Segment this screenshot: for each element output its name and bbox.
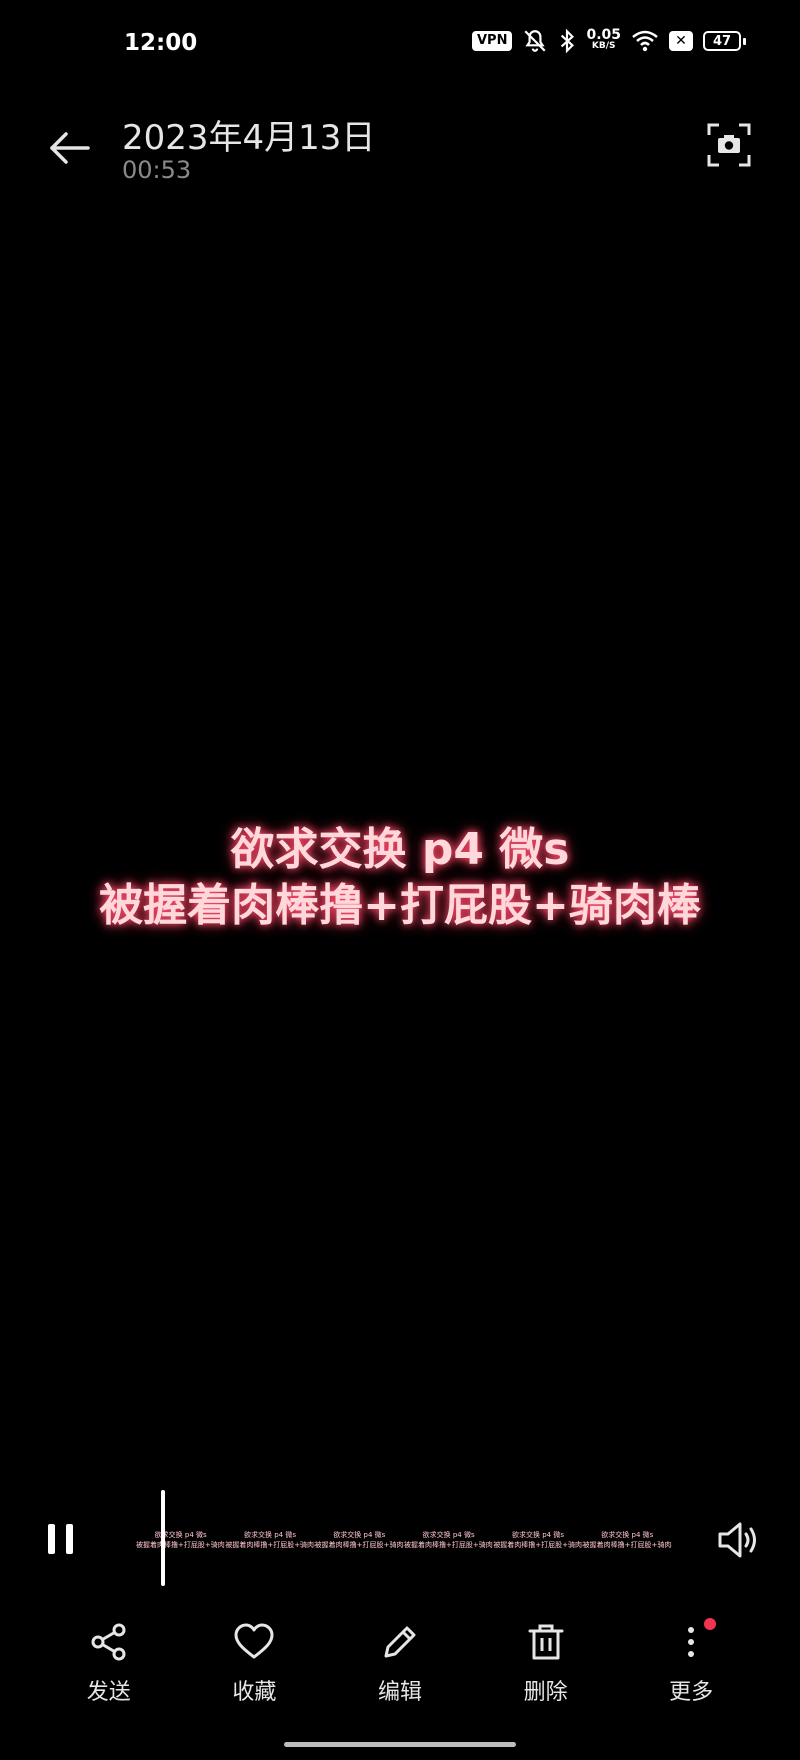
delete-label: 删除 — [523, 1680, 568, 1705]
trash-icon — [528, 1624, 564, 1660]
favorite-button[interactable]: 收藏 — [199, 1620, 309, 1720]
status-icons: VPN 0.05 KB/S ✕ 47 — [471, 27, 746, 54]
player-controls: 欲求交换 p4 微s 被握着肉棒撸+打屁股+骑肉棒 欲求交换 p4 微s 被握着肉棒… — [0, 1490, 800, 1590]
page-title: 2023年4月13日 — [122, 118, 376, 158]
pause-icon[interactable] — [44, 1520, 80, 1560]
edit-button[interactable]: 编辑 — [345, 1620, 455, 1720]
timeline-scrubber[interactable]: 欲求交换 p4 微s 被握着肉棒撸+打屁股+骑肉棒 欲求交换 p4 微s 被握着肉棒… — [136, 1530, 672, 1558]
caption-line-2: 被握着肉棒撸+打屁股+骑肉棒 — [99, 880, 701, 931]
back-arrow-icon[interactable] — [44, 122, 96, 174]
battery-level: 47 — [703, 31, 741, 51]
home-indicator[interactable] — [284, 1742, 516, 1747]
timeline-thumbnail: 欲求交换 p4 微s 被握着肉棒撸+打屁股+骑肉棒 — [225, 1531, 315, 1549]
x-icon: ✕ — [669, 31, 693, 51]
status-time: 12:00 — [124, 30, 198, 56]
timeline-thumbnail: 欲求交换 p4 微s 被握着肉棒撸+打屁股+骑肉棒 — [314, 1531, 404, 1549]
timeline-thumbnail: 欲求交换 p4 微s 被握着肉棒撸+打屁股+骑肉棒 — [582, 1531, 672, 1549]
bottom-action-bar: 发送 收藏 编辑 删除 更多 — [0, 1618, 800, 1720]
mute-icon — [524, 30, 546, 52]
top-bar: 2023年4月13日 00:53 — [0, 100, 800, 200]
volume-icon[interactable] — [714, 1516, 762, 1564]
timeline-thumbnail: 欲求交换 p4 微s 被握着肉棒撸+打屁股+骑肉棒 — [403, 1531, 494, 1549]
camera-snapshot-icon[interactable] — [706, 122, 752, 168]
wifi-icon — [632, 30, 658, 52]
timeline-thumbnail: 欲求交换 p4 微s 被握着肉棒撸+打屁股+骑肉棒 — [136, 1531, 226, 1549]
delete-button[interactable]: 删除 — [491, 1620, 601, 1720]
net-speed: 0.05 KB/S — [586, 27, 621, 52]
caption-line-1: 欲求交换 p4 微s — [230, 824, 570, 875]
battery-icon: 47 — [703, 31, 746, 51]
pencil-icon — [384, 1626, 416, 1658]
bluetooth-icon — [561, 28, 575, 54]
battery-cap — [743, 37, 746, 45]
video-caption: 欲求交换 p4 微s 被握着肉棒撸+打屁股+骑肉棒 — [0, 822, 800, 934]
timeline-thumbnail: 欲求交换 p4 微s 被握着肉棒撸+打屁股+骑肉棒 — [493, 1531, 583, 1549]
heart-icon — [234, 1623, 274, 1659]
share-icon — [91, 1623, 126, 1661]
status-bar: 12:00 VPN 0.05 KB/S ✕ 47 — [0, 0, 800, 90]
edit-label: 编辑 — [377, 1680, 422, 1705]
net-speed-value: 0.05 — [586, 27, 621, 43]
send-label: 发送 — [86, 1680, 131, 1705]
more-button[interactable]: 更多 — [636, 1618, 746, 1720]
favorite-label: 收藏 — [232, 1680, 277, 1705]
video-duration: 00:53 — [122, 156, 192, 184]
playhead[interactable] — [161, 1490, 165, 1586]
vpn-icon: VPN — [471, 31, 513, 51]
send-button[interactable]: 发送 — [54, 1620, 164, 1720]
net-speed-unit: KB/S — [591, 41, 616, 51]
more-label: 更多 — [669, 1680, 714, 1705]
notification-dot — [704, 1618, 717, 1630]
video-player[interactable]: 欲求交换 p4 微s 被握着肉棒撸+打屁股+骑肉棒 — [0, 210, 800, 1480]
